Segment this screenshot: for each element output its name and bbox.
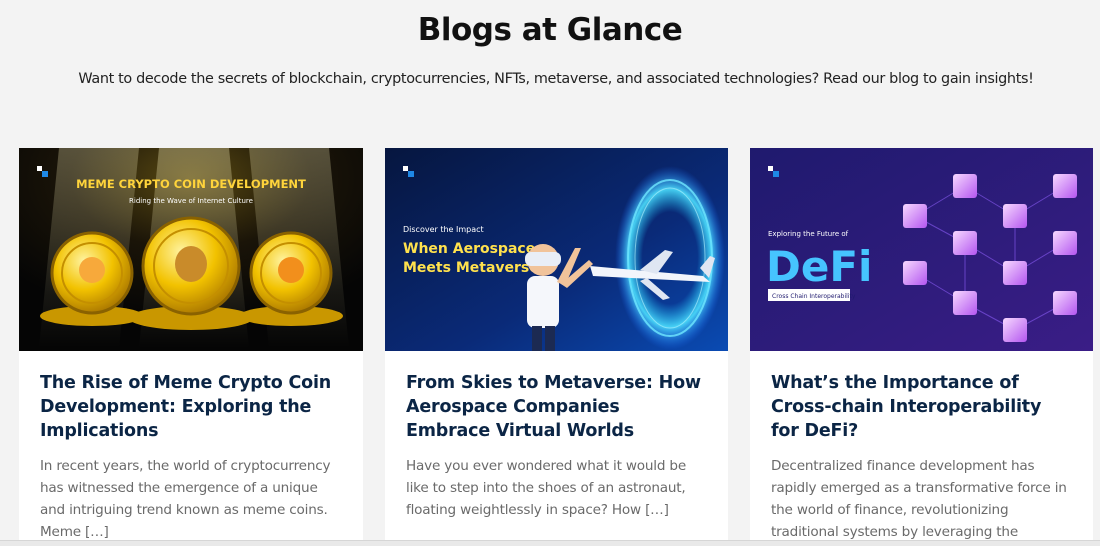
aerospace-metaverse-illustration: Discover the Impact When Aerospace Meets… [385, 148, 728, 351]
image-kicker: Exploring the Future of [768, 230, 849, 238]
image-headline: DeFi [766, 242, 872, 291]
blog-card-title[interactable]: From Skies to Metaverse: How Aerospace C… [406, 371, 706, 443]
section-title: Blogs at Glance [417, 12, 683, 48]
blog-card-excerpt: In recent years, the world of cryptocurr… [40, 458, 331, 540]
image-headline-line1: When Aerospace [403, 241, 535, 257]
blog-card-title[interactable]: The Rise of Meme Crypto Coin Development… [40, 371, 340, 443]
blog-card-excerpt: Decentralized finance development has ra… [771, 458, 1067, 540]
image-kicker: Discover the Impact [403, 225, 484, 234]
meme-coin-illustration: MEME CRYPTO COIN DEVELOPMENT Riding the … [19, 148, 363, 351]
defi-network-illustration: Exploring the Future of DeFi Cross Chain… [750, 148, 1093, 351]
image-badge: Cross Chain Interoperability [772, 293, 856, 300]
blog-card-defi-interoperability[interactable]: Exploring the Future of DeFi Cross Chain… [750, 148, 1093, 546]
blog-card-aerospace-metaverse[interactable]: Discover the Impact When Aerospace Meets… [385, 148, 728, 546]
blog-card-image[interactable]: MEME CRYPTO COIN DEVELOPMENT Riding the … [19, 148, 363, 351]
blog-card-excerpt: Have you ever wondered what it would be … [406, 458, 687, 518]
image-headline-line2: Meets Metaverse [403, 260, 539, 276]
horizontal-scrollbar[interactable] [0, 540, 1100, 546]
image-headline: MEME CRYPTO COIN DEVELOPMENT [76, 177, 306, 191]
blog-card-image[interactable]: Discover the Impact When Aerospace Meets… [385, 148, 728, 351]
section-subtitle: Want to decode the secrets of blockchain… [78, 71, 1034, 87]
blog-card-title[interactable]: What’s the Importance of Cross-chain Int… [771, 371, 1071, 443]
blog-card-image[interactable]: Exploring the Future of DeFi Cross Chain… [750, 148, 1093, 351]
image-tagline: Riding the Wave of Internet Culture [129, 197, 253, 205]
blog-card-meme-coin[interactable]: MEME CRYPTO COIN DEVELOPMENT Riding the … [19, 148, 363, 546]
